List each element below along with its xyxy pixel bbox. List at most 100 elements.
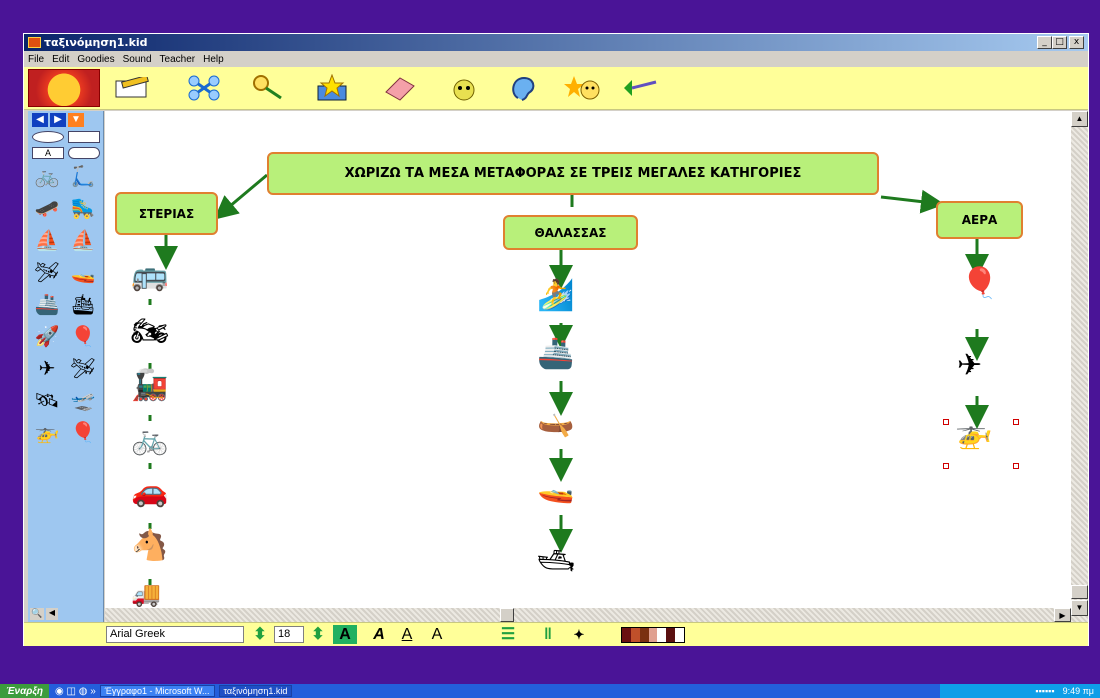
palette-menu-icon[interactable]: ▼: [68, 113, 84, 127]
font-size-select[interactable]: 18: [274, 626, 304, 643]
scroll-left-icon[interactable]: ◀: [46, 608, 58, 620]
taskbar-item-word[interactable]: Έγγραφο1 - Microsoft W...: [99, 685, 215, 697]
h-scroll-thumb[interactable]: [500, 608, 514, 622]
hot-air-balloon-icon[interactable]: 🎈: [961, 269, 998, 299]
rounded-shape-icon[interactable]: [68, 147, 100, 159]
star-icon[interactable]: ✦: [568, 625, 590, 644]
selection-handle[interactable]: [1013, 463, 1019, 469]
scroll-up-icon[interactable]: ▲: [1071, 111, 1088, 127]
menu-edit[interactable]: Edit: [52, 54, 69, 65]
scroll-right-icon[interactable]: ▶: [1054, 608, 1071, 622]
text-shape-icon[interactable]: A: [32, 147, 64, 159]
central-topic[interactable]: ΧΩΡΙΖΩ ΤΑ ΜΕΣΑ ΜΕΤΑΦΟΡΑΣ ΣΕ ΤΡΕΙΣ ΜΕΓΑΛΕ…: [267, 152, 879, 195]
network-icon[interactable]: [184, 73, 224, 103]
ship-icon[interactable]: 🚢: [537, 339, 574, 369]
menu-bar: File Edit Goodies Sound Teacher Help: [24, 51, 1088, 67]
speedboat-icon[interactable]: 🚤: [537, 473, 574, 503]
caps-button[interactable]: A: [425, 625, 449, 644]
taskbar: Έναρξη ◉ ◫ ◍ » Έγγραφο1 - Microsoft W...…: [0, 684, 1100, 698]
selection-handle[interactable]: [943, 419, 949, 425]
truck-icon[interactable]: 🚚: [131, 583, 161, 607]
zoom-icon[interactable]: 🔍: [30, 608, 44, 620]
submarine-icon[interactable]: 🛥: [537, 547, 575, 577]
app-icon: [28, 37, 41, 48]
airplane-icon[interactable]: ✈: [957, 351, 982, 381]
skateboard-icon[interactable]: 🛹: [32, 195, 62, 221]
underline-button[interactable]: A: [397, 625, 417, 644]
speedboat-icon[interactable]: 🚤: [68, 259, 98, 285]
menu-help[interactable]: Help: [203, 54, 224, 65]
scroll-thumb[interactable]: [1071, 585, 1088, 599]
system-tray: ▪▪▪▪▪▪ 9:49 πμ: [940, 684, 1100, 698]
columns-icon[interactable]: ‖: [536, 625, 560, 644]
close-button[interactable]: x: [1069, 36, 1084, 49]
rowboat-icon[interactable]: 🛶: [537, 407, 574, 437]
taskbar-item-kid[interactable]: ταξινόμηση1.kid: [218, 685, 293, 697]
align-icon[interactable]: ☰: [496, 625, 520, 644]
rect-shape-icon[interactable]: [68, 131, 100, 143]
tray-icons[interactable]: ▪▪▪▪▪▪: [1035, 686, 1054, 696]
ear-icon[interactable]: [504, 73, 544, 103]
pencil-paper-icon[interactable]: [112, 73, 152, 103]
rollerskate-icon[interactable]: 🛼: [68, 195, 98, 221]
liner-icon[interactable]: 🛳: [68, 291, 98, 317]
oval-shape-icon[interactable]: [32, 131, 64, 143]
tricycle-icon[interactable]: 🛴: [68, 163, 98, 189]
blimp-icon[interactable]: 🎈: [68, 323, 98, 349]
motorcycle-icon[interactable]: 🏍: [131, 317, 169, 347]
train-icon[interactable]: 🚂: [131, 371, 168, 401]
balloon-icon[interactable]: 🎈: [68, 419, 98, 445]
selection-handle[interactable]: [943, 463, 949, 469]
node-sea[interactable]: ΘΑΛΑΣΣΑΣ: [503, 215, 638, 250]
horizontal-scrollbar[interactable]: ▶: [105, 608, 1071, 622]
sailboat-icon[interactable]: ⛵: [32, 227, 62, 253]
italic-button[interactable]: A: [369, 625, 389, 644]
car-icon[interactable]: 🚗: [131, 477, 168, 507]
star-box-icon[interactable]: [312, 73, 352, 103]
menu-file[interactable]: File: [28, 54, 44, 65]
diagram-canvas[interactable]: ΧΩΡΙΖΩ ΤΑ ΜΕΣΑ ΜΕΤΑΦΟΡΑΣ ΣΕ ΤΡΕΙΣ ΜΕΓΑΛΕ…: [105, 111, 1071, 608]
satellite-icon[interactable]: 🛰: [32, 387, 62, 413]
maximize-button[interactable]: □: [1052, 36, 1067, 49]
sailboat2-icon[interactable]: ⛵: [68, 227, 98, 253]
bus-icon[interactable]: 🚌: [131, 261, 168, 291]
quicklaunch-icons[interactable]: ◉ ◫ ◍ »: [55, 686, 96, 697]
airplane-icon[interactable]: ✈: [32, 355, 62, 381]
submarine-icon[interactable]: 🚀: [32, 323, 62, 349]
bicycle-icon[interactable]: 🚲: [32, 163, 62, 189]
menu-goodies[interactable]: Goodies: [77, 54, 114, 65]
minimize-button[interactable]: _: [1037, 36, 1052, 49]
bold-button[interactable]: A: [333, 625, 357, 644]
bicycle-icon[interactable]: 🚲: [131, 425, 168, 455]
faces-icon[interactable]: [564, 73, 604, 103]
horse-cart-icon[interactable]: 🐴: [131, 531, 168, 561]
font-size-down-icon[interactable]: ⬍: [250, 625, 270, 644]
palette-next-icon[interactable]: ▶: [50, 113, 66, 127]
node-land[interactable]: ΣΤΕΡΙΑΣ: [115, 192, 218, 235]
palette-prev-icon[interactable]: ◀: [32, 113, 48, 127]
selection-handle[interactable]: [1013, 419, 1019, 425]
eraser-icon[interactable]: [380, 73, 420, 103]
node-air[interactable]: ΑΕΡΑ: [936, 201, 1023, 239]
menu-sound[interactable]: Sound: [123, 54, 152, 65]
windsurf-icon[interactable]: 🏄: [537, 281, 574, 311]
helicopter-icon[interactable]: 🚁: [32, 419, 62, 445]
font-size-up-icon[interactable]: ⬍: [308, 625, 328, 644]
vertical-scrollbar[interactable]: ▲ ▼: [1071, 111, 1088, 622]
paintbrush-icon[interactable]: [620, 73, 660, 103]
seaplane-icon[interactable]: 🛩: [32, 259, 62, 285]
menu-teacher[interactable]: Teacher: [160, 54, 196, 65]
font-select[interactable]: Arial Greek: [106, 626, 244, 643]
helicopter-icon[interactable]: 🚁: [955, 419, 992, 449]
scroll-down-icon[interactable]: ▼: [1071, 600, 1088, 616]
biplane-icon[interactable]: 🛩: [68, 355, 98, 381]
magnifier-icon[interactable]: [249, 73, 289, 103]
ship-icon[interactable]: 🚢: [32, 291, 62, 317]
color-palette[interactable]: [621, 627, 685, 643]
title-bar[interactable]: ταξινόμηση1.kid _ □ x: [24, 34, 1088, 51]
jet-icon[interactable]: 🛫: [68, 387, 98, 413]
start-button[interactable]: Έναρξη: [0, 684, 49, 698]
symbol-palette: ◀ ▶ ▼ A 🚲 🛴 🛹 🛼 ⛵ ⛵ 🛩 🚤 🚢 🛳 🚀 🎈 ✈ 🛩 🛰 🛫 …: [28, 111, 104, 622]
kidspiration-logo-icon[interactable]: [28, 69, 100, 107]
bulb-face-icon[interactable]: [444, 73, 484, 103]
